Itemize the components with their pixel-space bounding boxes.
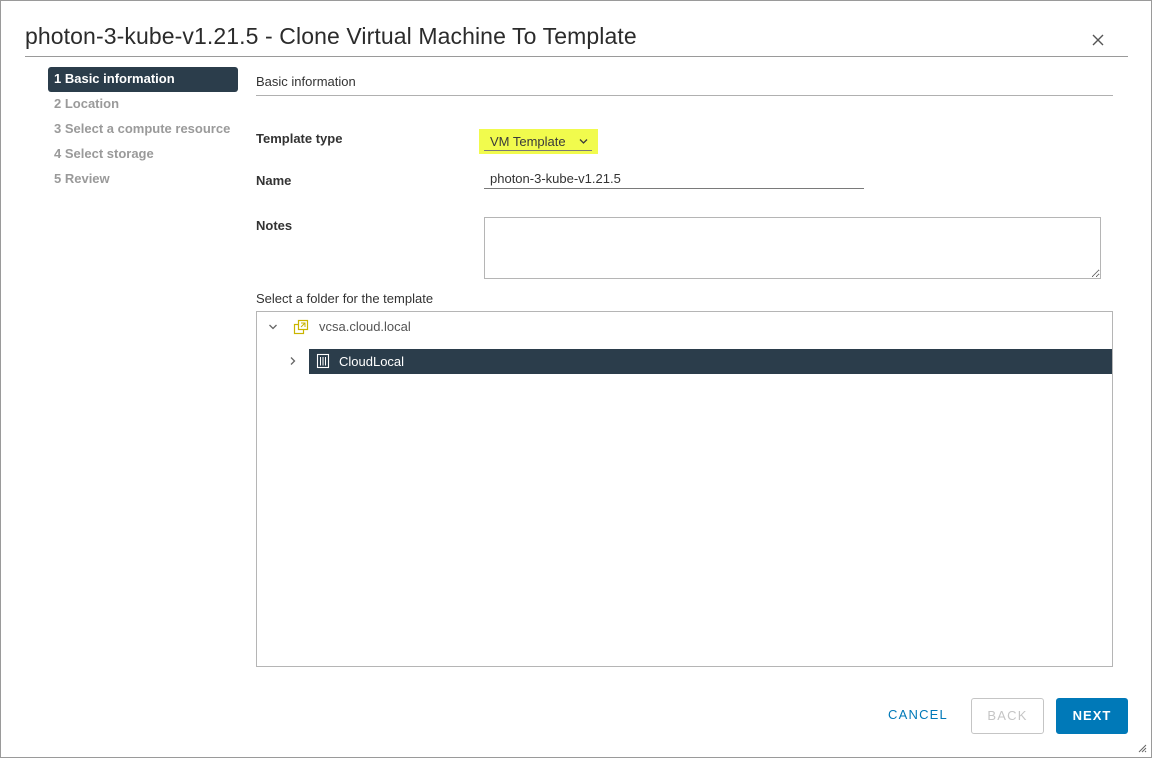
tree-node-label: CloudLocal (339, 354, 405, 369)
section-divider (256, 95, 1113, 96)
chevron-down-icon[interactable] (267, 321, 279, 333)
wizard-steps: 1 Basic information 2 Location 3 Select … (48, 67, 238, 192)
vcenter-icon (293, 319, 309, 335)
section-title: Basic information (256, 74, 356, 89)
close-icon (1092, 34, 1104, 46)
resize-grip-icon[interactable] (1137, 743, 1147, 753)
datacenter-icon (316, 353, 330, 369)
tree-node-label: vcsa.cloud.local (319, 319, 411, 334)
notes-label: Notes (256, 218, 293, 233)
clone-to-template-dialog: photon-3-kube-v1.21.5 - Clone Virtual Ma… (0, 0, 1152, 758)
select-underline (484, 150, 592, 151)
tree-node-root[interactable]: vcsa.cloud.local (257, 312, 1112, 342)
template-type-label: Template type (256, 131, 343, 146)
tree-node-cloudlocal[interactable]: CloudLocal (257, 349, 1112, 374)
chevron-down-icon (579, 139, 588, 144)
title-divider (25, 56, 1128, 57)
step-select-storage[interactable]: 4 Select storage (48, 142, 238, 167)
template-type-value: VM Template (490, 134, 566, 149)
name-label: Name (256, 173, 292, 188)
close-button[interactable] (1087, 29, 1109, 51)
chevron-right-icon[interactable] (287, 355, 299, 367)
dialog-title: photon-3-kube-v1.21.5 - Clone Virtual Ma… (25, 23, 637, 49)
selected-row-highlight[interactable] (309, 349, 1112, 374)
name-input[interactable] (484, 169, 864, 189)
step-location[interactable]: 2 Location (48, 92, 238, 117)
folder-select-label: Select a folder for the template (256, 291, 434, 306)
step-review[interactable]: 5 Review (48, 167, 238, 192)
notes-textarea[interactable] (484, 217, 1101, 279)
template-type-select[interactable]: VM Template (479, 129, 598, 154)
cancel-button[interactable]: CANCEL (877, 698, 959, 734)
step-basic-information[interactable]: 1 Basic information (48, 67, 238, 92)
folder-tree: vcsa.cloud.local CloudLocal (256, 311, 1113, 667)
next-button[interactable]: NEXT (1056, 698, 1128, 734)
step-compute-resource[interactable]: 3 Select a compute resource (48, 117, 238, 142)
back-button[interactable]: BACK (971, 698, 1044, 734)
